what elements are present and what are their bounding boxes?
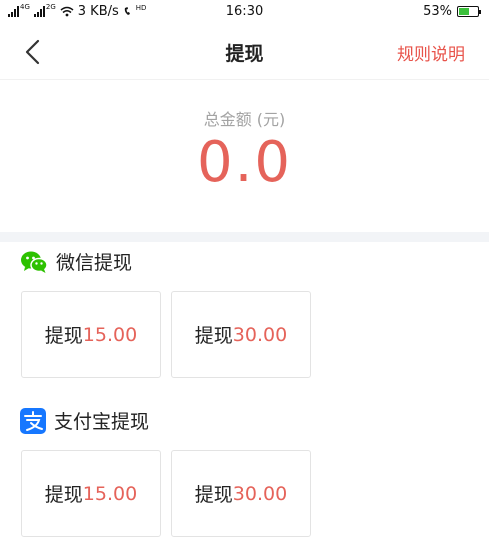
withdraw-label: 提现 [44,484,83,506]
battery-cap [479,10,481,14]
wechat-withdraw-option[interactable]: 提现 15.00 [21,291,161,378]
withdraw-amount: 30.00 [232,323,288,346]
alipay-withdraw-option[interactable]: 提现 15.00 [21,450,161,537]
withdraw-amount: 15.00 [82,482,138,505]
section-divider [0,232,489,242]
battery-percent: 53% [423,4,452,19]
alipay-withdraw-option[interactable]: 提现 30.00 [171,450,311,537]
rules-link[interactable]: 规则说明 [397,40,465,65]
total-amount-label: 总金额 (元) [203,110,286,129]
withdraw-label: 提现 [44,325,83,347]
chevron-left-icon [25,39,40,65]
back-button[interactable] [20,38,48,66]
total-amount-value: 0.0 [196,130,293,195]
wechat-withdraw-option[interactable]: 提现 30.00 [171,291,311,378]
status-bar: 4G 2G 3 KB/s HD 16:30 53% [0,0,489,24]
wechat-section-header: 微信提现 [20,248,132,275]
alipay-icon [20,407,46,434]
status-right: 53% [423,4,481,19]
wechat-section-title: 微信提现 [56,252,133,274]
status-time: 16:30 [225,4,264,19]
withdraw-label: 提现 [194,484,233,506]
withdraw-amount: 15.00 [82,323,138,346]
alipay-section-title: 支付宝提现 [54,411,150,433]
battery-icon [457,6,481,17]
withdraw-amount: 30.00 [232,482,288,505]
withdraw-label: 提现 [194,325,233,347]
wechat-icon [21,251,48,273]
nav-bar: 提现 规则说明 [0,24,489,80]
battery-fill [459,8,469,15]
balance-summary: 总金额 (元) 0.0 [0,80,489,232]
alipay-section-header: 支付宝提现 [20,407,149,434]
